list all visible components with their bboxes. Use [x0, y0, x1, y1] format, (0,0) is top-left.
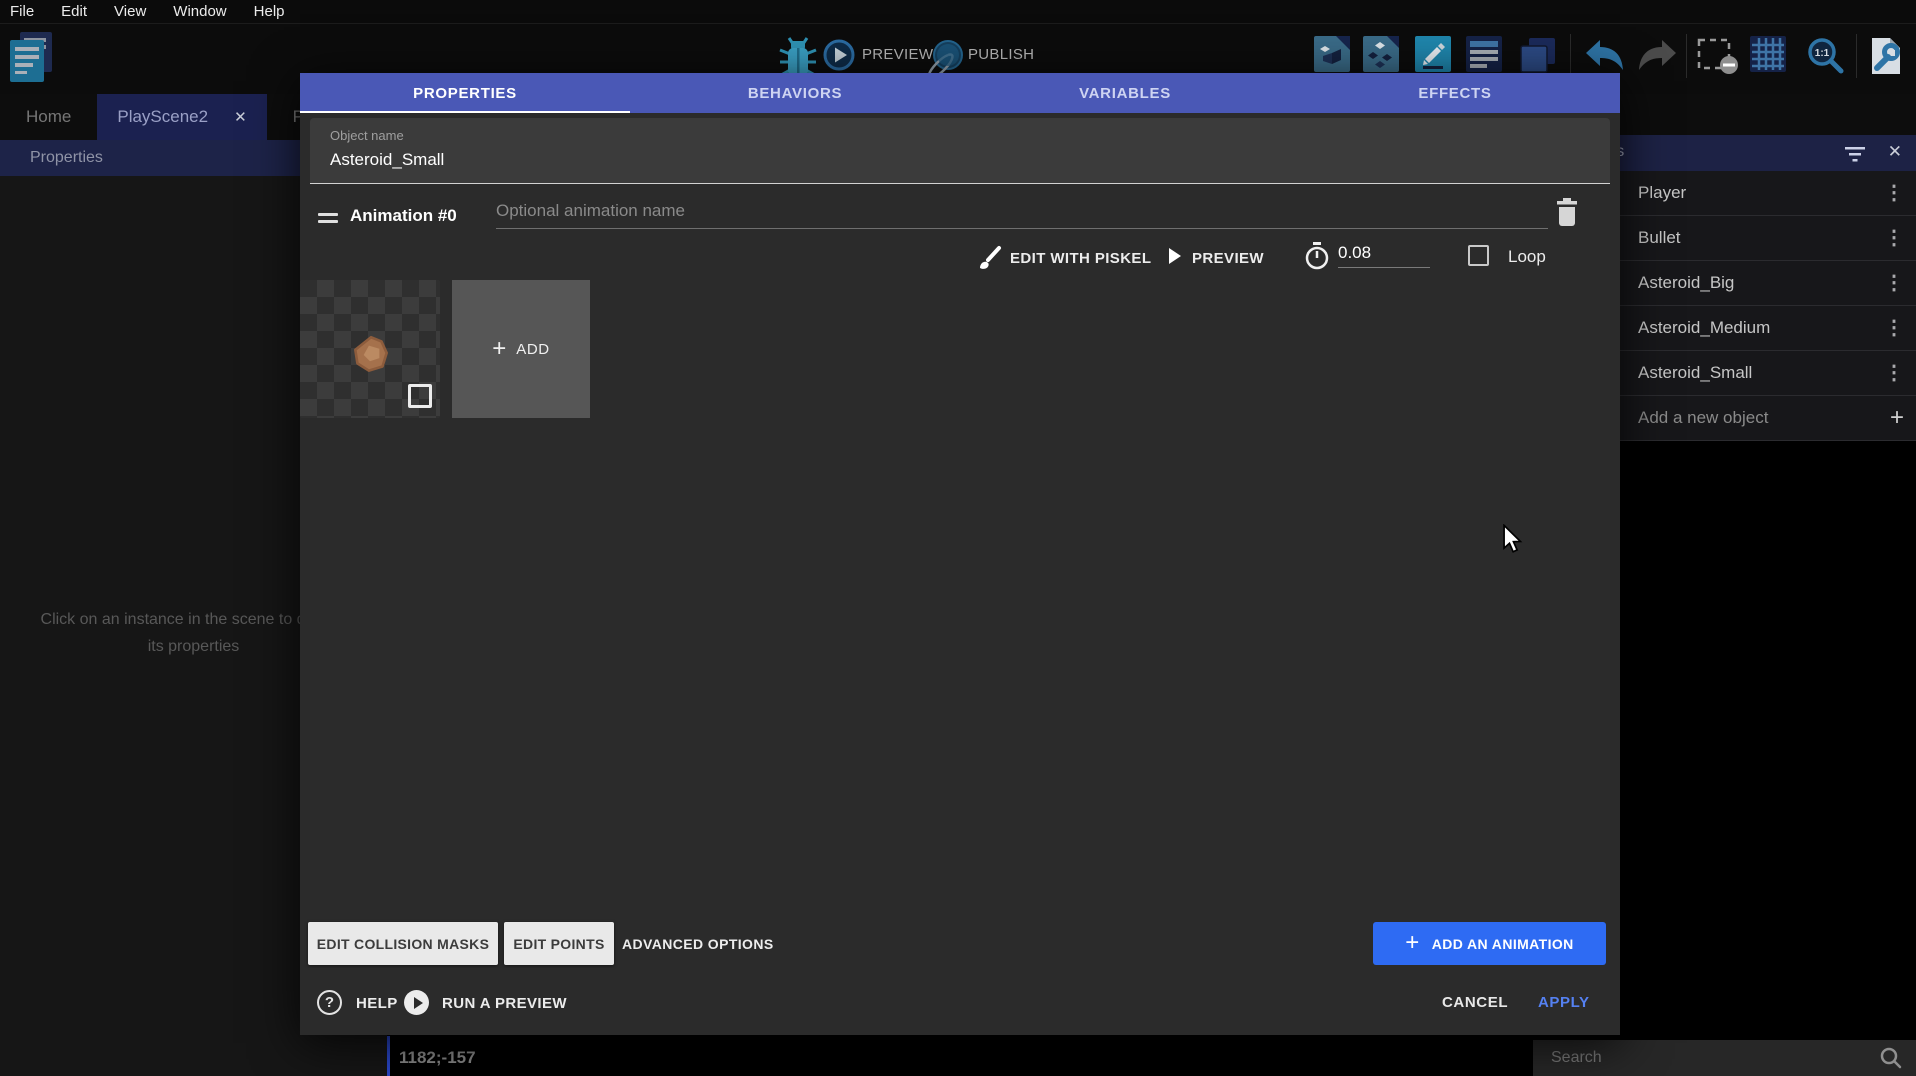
toolbar-divider: [1686, 34, 1687, 78]
object-menu-icon[interactable]: ⋮: [1884, 318, 1904, 338]
objects-panel-header: Objects ✕: [1620, 135, 1916, 171]
plus-icon: +: [1405, 929, 1419, 957]
edit-with-piskel-button[interactable]: EDIT WITH PISKEL: [1010, 250, 1151, 267]
preview-toolbar-label[interactable]: PREVIEW: [862, 46, 933, 63]
stopwatch-icon: [1303, 241, 1331, 276]
object-name: Bullet: [1638, 228, 1681, 248]
dialog-tab-behaviors[interactable]: BEHAVIORS: [630, 73, 960, 113]
redo-icon[interactable]: [1634, 38, 1680, 79]
object-menu-icon[interactable]: ⋮: [1884, 273, 1904, 293]
preview-toolbar-icon[interactable]: [822, 38, 856, 77]
frame-select-checkbox[interactable]: [408, 384, 432, 408]
help-icon[interactable]: ?: [317, 990, 342, 1015]
object-name-field[interactable]: Object name: [310, 118, 1610, 184]
dialog-tab-effects[interactable]: EFFECTS: [1290, 73, 1620, 113]
preview-animation-button[interactable]: PREVIEW: [1192, 250, 1264, 267]
tab-home[interactable]: Home: [0, 94, 97, 140]
objects-search-bar: [1533, 1040, 1916, 1076]
scene-tools-icon[interactable]: [1868, 36, 1904, 81]
object-row-asteroid-small[interactable]: Asteroid_Small ⋮: [1620, 351, 1916, 396]
delete-animation-icon[interactable]: [1554, 197, 1580, 232]
cancel-button[interactable]: CANCEL: [1442, 994, 1508, 1011]
apply-button[interactable]: APPLY: [1538, 994, 1590, 1011]
run-preview-button[interactable]: RUN A PREVIEW: [442, 995, 567, 1012]
edit-scene-icon[interactable]: [1415, 36, 1451, 77]
dialog-tab-variables[interactable]: VARIABLES: [960, 73, 1290, 113]
menu-bar: File Edit View Window Help: [0, 0, 1916, 24]
object-menu-icon[interactable]: ⋮: [1884, 363, 1904, 383]
add-object-label: Add a new object: [1638, 408, 1768, 428]
object-name: Asteroid_Medium: [1638, 318, 1770, 338]
menu-edit[interactable]: Edit: [61, 3, 87, 20]
object-name: Asteroid_Small: [1638, 363, 1752, 383]
toolbar-divider: [1856, 34, 1857, 78]
add-frame-label: ADD: [516, 341, 549, 358]
project-manager-icon[interactable]: [8, 30, 56, 89]
objects-panel: Objects ✕ Player ⋮ Bullet ⋮ Asteroid_Big…: [1620, 135, 1916, 441]
time-between-frames-input[interactable]: [1338, 243, 1430, 268]
animation-frame-thumbnail[interactable]: [300, 280, 440, 418]
objects-panel-close-icon[interactable]: ✕: [1888, 142, 1902, 162]
open-object-groups-icon[interactable]: [1363, 36, 1399, 77]
add-new-object-row[interactable]: Add a new object +: [1620, 396, 1916, 441]
scene-canvas-edge: [387, 1036, 390, 1076]
plus-icon: +: [1890, 406, 1904, 430]
events-list-icon[interactable]: [1466, 36, 1502, 77]
loop-label: Loop: [1508, 247, 1546, 267]
edit-collision-masks-button[interactable]: EDIT COLLISION MASKS: [308, 922, 498, 965]
dialog-tab-bar: PROPERTIES BEHAVIORS VARIABLES EFFECTS: [300, 73, 1620, 113]
menu-help[interactable]: Help: [254, 3, 285, 20]
add-animation-label: ADD AN ANIMATION: [1432, 936, 1574, 952]
object-row-asteroid-big[interactable]: Asteroid_Big ⋮: [1620, 261, 1916, 306]
piskel-brush-icon: [977, 245, 1003, 276]
search-input[interactable]: [1551, 1049, 1880, 1067]
menu-window[interactable]: Window: [173, 3, 226, 20]
menu-view[interactable]: View: [114, 3, 146, 20]
advanced-options-button[interactable]: ADVANCED OPTIONS: [622, 922, 774, 965]
tab-home-label: Home: [26, 107, 71, 127]
add-animation-button[interactable]: + ADD AN ANIMATION: [1373, 922, 1606, 965]
object-menu-icon[interactable]: ⋮: [1884, 228, 1904, 248]
object-row-bullet[interactable]: Bullet ⋮: [1620, 216, 1916, 261]
tab-close-icon[interactable]: ✕: [234, 108, 247, 126]
svg-text:1:1: 1:1: [1815, 48, 1830, 59]
object-name: Player: [1638, 183, 1686, 203]
edit-points-button[interactable]: EDIT POINTS: [504, 922, 614, 965]
plus-icon: +: [492, 335, 506, 363]
object-name: Asteroid_Big: [1638, 273, 1734, 293]
publish-toolbar-label[interactable]: PUBLISH: [968, 46, 1034, 63]
help-button[interactable]: HELP: [356, 995, 398, 1012]
asteroid-sprite: [348, 332, 394, 378]
app-window: File Edit View Window Help: [0, 0, 1916, 1076]
animation-title: Animation #0: [350, 206, 457, 226]
publish-icon[interactable]: [928, 38, 968, 77]
loop-checkbox[interactable]: [1468, 245, 1489, 266]
tab-playscene2-label: PlayScene2: [117, 107, 208, 127]
search-icon: [1880, 1047, 1902, 1069]
toolbar-divider: [1570, 34, 1571, 78]
tab-playscene2[interactable]: PlayScene2 ✕: [97, 94, 266, 140]
grid-icon[interactable]: [1750, 36, 1786, 77]
run-preview-icon[interactable]: [404, 990, 429, 1015]
zoom-1-1-icon[interactable]: 1:1: [1806, 36, 1846, 81]
dialog-tab-properties[interactable]: PROPERTIES: [300, 73, 630, 113]
open-objects-editor-icon[interactable]: [1314, 36, 1350, 77]
object-row-player[interactable]: Player ⋮: [1620, 171, 1916, 216]
clear-selection-icon[interactable]: [1697, 38, 1741, 81]
properties-panel-title: Properties: [30, 149, 103, 167]
object-name-label: Object name: [330, 128, 404, 143]
filter-icon[interactable]: [1844, 143, 1866, 163]
drag-handle-icon[interactable]: [318, 213, 338, 227]
animation-name-input[interactable]: [496, 201, 1548, 229]
preview-animation-icon[interactable]: [1169, 248, 1181, 264]
object-editor-dialog: PROPERTIES BEHAVIORS VARIABLES EFFECTS O…: [300, 73, 1620, 1035]
object-menu-icon[interactable]: ⋮: [1884, 183, 1904, 203]
object-row-asteroid-medium[interactable]: Asteroid_Medium ⋮: [1620, 306, 1916, 351]
menu-file[interactable]: File: [10, 3, 34, 20]
cursor-coordinates: 1182;-157: [399, 1048, 476, 1068]
object-name-input[interactable]: [330, 150, 1570, 170]
question-glyph: ?: [325, 994, 334, 1011]
mouse-cursor: [1502, 524, 1526, 563]
add-frame-button[interactable]: + ADD: [452, 280, 590, 418]
